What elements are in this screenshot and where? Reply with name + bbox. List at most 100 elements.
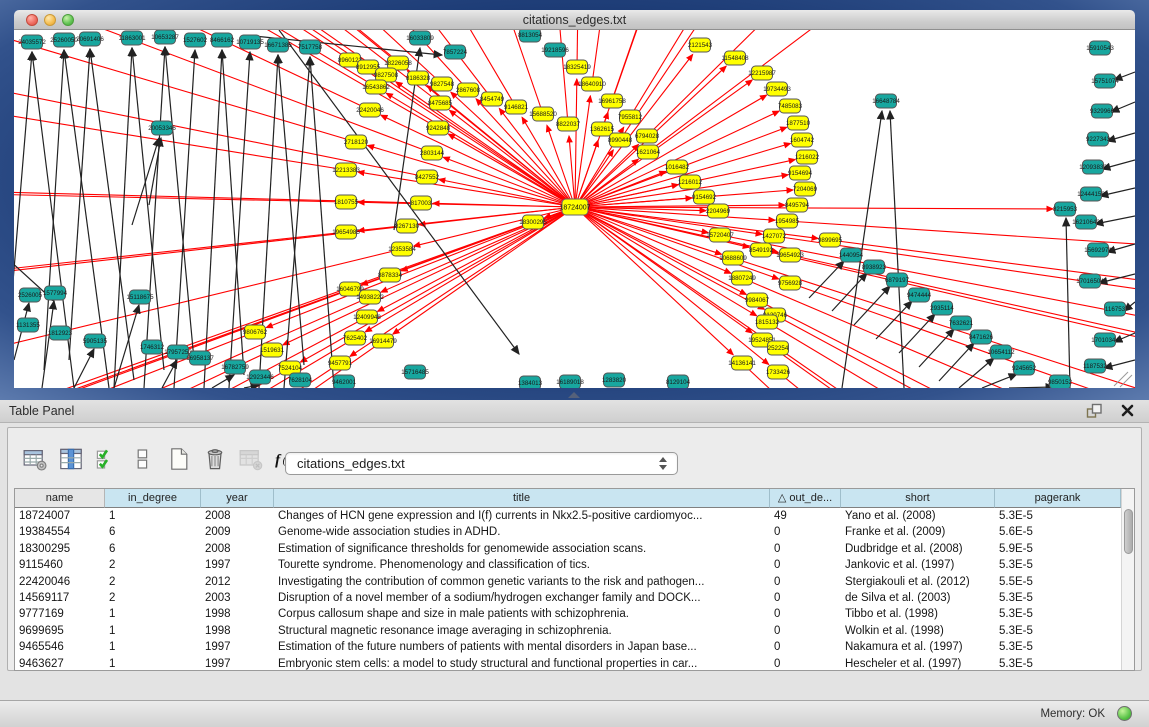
graph-node[interactable]: 9899695 [818,233,843,247]
graph-node[interactable]: 8471626 [969,330,994,344]
graph-node[interactable]: 9806762 [243,325,268,339]
graph-node[interactable]: 7625402 [343,331,368,345]
graph-node[interactable]: 16958137 [186,351,214,365]
graph-node[interactable]: 11548408 [721,51,749,65]
graph-node[interactable]: 15688520 [529,107,557,121]
graph-edge-black[interactable] [1102,160,1135,169]
graph-node[interactable]: 1527602 [183,33,208,47]
graph-edge-black[interactable] [1111,102,1135,112]
graph-node[interactable]: 10653287 [151,30,179,44]
graph-node[interactable]: 8129104 [666,375,691,388]
graph-node[interactable]: 1733426 [766,365,791,379]
graph-edge-red[interactable] [742,278,1135,388]
graph-node[interactable]: 19654923 [776,248,804,262]
graph-edge-black[interactable] [899,314,935,353]
graph-node[interactable]: 8466162 [210,33,235,47]
graph-node[interactable]: 8475685 [428,96,453,110]
graph-node[interactable]: 12409948 [353,310,381,324]
graph-edge-red[interactable] [569,136,575,207]
graph-node[interactable]: 2803144 [420,146,445,160]
graph-node[interactable]: 1216012 [678,175,703,189]
graph-node[interactable]: 14136141 [728,356,756,370]
graph-node[interactable]: 7517758 [298,40,323,54]
graph-node[interactable]: 7628104 [288,373,313,387]
graph-node[interactable]: 12353584 [388,242,416,256]
graph-edge-red[interactable] [575,79,577,207]
graph-node[interactable]: 8813054 [518,30,543,42]
graph-node[interactable]: 16033809 [406,31,434,45]
column-header-title[interactable]: title [274,489,770,508]
clear-row-selection-button[interactable] [126,442,160,476]
graph-node[interactable]: 11863001 [118,31,146,45]
graph-node[interactable]: 16210643 [1072,215,1100,229]
graph-edge-red[interactable] [393,207,575,334]
graph-edge-red[interactable] [476,99,575,207]
graph-edge-black[interactable] [69,49,90,360]
graph-node[interactable]: 15118675 [126,290,154,304]
table-row[interactable]: 969969511998Structural magnetic resonanc… [15,623,1121,639]
graph-node[interactable]: 19734493 [763,82,791,96]
graph-node[interactable]: 9146821 [504,100,529,114]
graph-edge-red[interactable] [381,115,575,207]
table-row[interactable]: 911546021997Tourette syndrome. Phenomeno… [15,557,1121,573]
graph-node[interactable]: 9756928 [778,276,803,290]
graph-node[interactable]: 25260050 [50,33,78,47]
table-row[interactable]: 1830029562008Estimation of significance … [15,541,1121,557]
graph-node[interactable]: 12444158 [1077,187,1105,201]
graph-node[interactable]: 817003 [411,196,432,210]
graph-edge-black[interactable] [1009,387,1054,388]
graph-edge-black[interactable] [982,374,1017,388]
graph-node[interactable]: 9154694 [788,166,813,180]
graph-node[interactable]: 16914479 [369,334,397,348]
table-row[interactable]: 1456911722003Disruption of a novel membe… [15,590,1121,606]
graph-edge-red[interactable] [774,236,1135,388]
graph-edge-black[interactable] [144,47,165,388]
graph-node[interactable]: 19654985 [332,225,360,239]
graph-node[interactable]: 1812923 [48,326,73,340]
graph-node[interactable]: 8938923 [862,260,887,274]
graph-edge-red[interactable] [762,340,1135,388]
graph-edge-black[interactable] [1107,133,1135,141]
graph-node[interactable]: 252254 [768,341,789,355]
graph-node[interactable]: 1384013 [518,376,543,388]
graph-edge-red[interactable] [778,348,1135,388]
graph-node[interactable]: 1016482 [665,160,690,174]
graph-edge-red[interactable] [575,207,733,355]
graph-edge-red[interactable] [414,207,575,246]
graph-node[interactable]: 18325419 [563,60,591,74]
graph-node[interactable]: 15716485 [401,365,429,379]
graph-node[interactable]: 9827548 [430,77,455,91]
graph-node[interactable]: 8267130 [395,219,420,233]
graph-node[interactable]: 12213383 [332,163,360,177]
graph-node[interactable]: 7204069 [793,182,818,196]
column-header-in_degree[interactable]: in_degree [105,489,201,508]
graph-hub-node[interactable]: 18724007 [559,199,590,215]
graph-edge-black[interactable] [1095,216,1135,224]
graph-node[interactable]: 16543862 [362,80,390,94]
graph-node[interactable]: 18300295 [519,215,547,229]
graph-node[interactable]: 8186328 [406,71,431,85]
graph-node[interactable]: 17010344 [1091,333,1119,347]
graph-node[interactable]: 2867608 [456,83,481,97]
graph-node[interactable]: 7485083 [778,99,803,113]
graph-edge-black[interactable] [1104,360,1135,368]
graph-node[interactable]: 8878334 [378,268,403,282]
graph-node[interactable]: 16671385 [264,38,292,52]
graph-node[interactable]: 2121543 [688,38,713,52]
graph-node[interactable]: 8454749 [480,92,505,106]
graph-node[interactable]: 8990448 [608,133,633,147]
graph-node[interactable]: 9457791 [328,356,353,370]
graph-node[interactable]: 18807249 [728,271,756,285]
graph-node[interactable]: 1283820 [602,373,627,387]
graph-edge-black[interactable] [44,50,64,370]
graph-node[interactable]: 1954985 [775,214,800,228]
graph-node[interactable]: 1131355 [16,318,40,332]
graph-node[interactable]: 2718120 [344,135,369,149]
graph-node[interactable]: 2526005 [18,288,43,302]
split-pane-grip[interactable] [568,392,580,398]
table-select-dropdown[interactable]: citations_edges.txt [285,452,678,475]
graph-node[interactable]: 7955812 [618,110,643,124]
scrollbar-thumb[interactable] [1124,509,1133,554]
graph-node[interactable]: 12923446 [246,370,274,384]
network-window-titlebar[interactable]: citations_edges.txt [14,10,1135,30]
